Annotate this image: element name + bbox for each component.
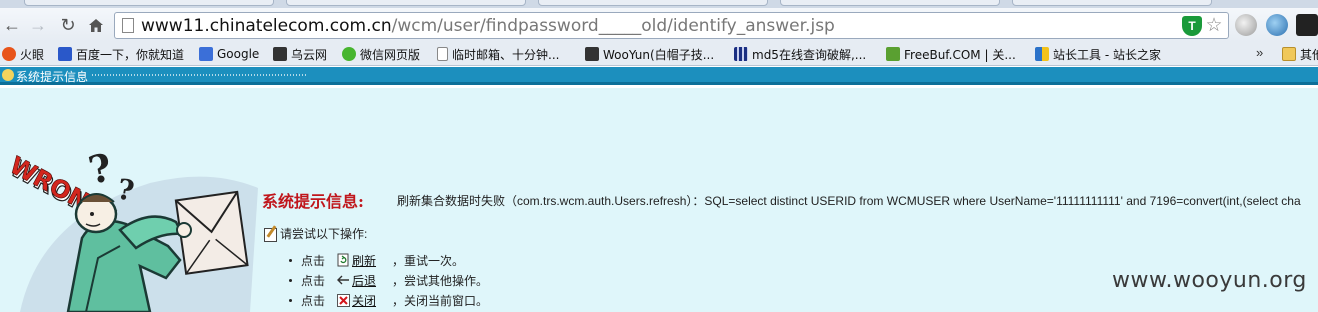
edit-note-icon <box>264 228 277 242</box>
reload-button[interactable]: ↻ <box>56 13 80 37</box>
bookmarks-overflow-button[interactable]: » <box>1256 45 1263 60</box>
bookmark-item[interactable]: 乌云网 <box>273 45 327 63</box>
browser-tab[interactable] <box>538 0 768 6</box>
close-window-icon[interactable] <box>336 293 350 307</box>
bookmark-item[interactable]: md5在线查询破解,... <box>734 45 866 63</box>
error-title: 系统提示信息: <box>262 192 364 211</box>
wooyun-icon <box>273 47 287 61</box>
hint-line: 请尝试以下操作: <box>264 225 367 242</box>
titlebar-text: 系统提示信息 <box>16 70 89 84</box>
info-icon <box>2 69 14 81</box>
back-arrow-icon: ← <box>3 15 21 35</box>
bookmark-item[interactable]: 微信网页版 <box>342 45 420 63</box>
bullet <box>289 298 292 302</box>
browser-tab[interactable] <box>1012 0 1212 6</box>
bookmark-label: md5在线查询破解,... <box>752 47 867 62</box>
bookmark-label: FreeBuf.COM | 关... <box>904 47 1016 62</box>
google-icon <box>199 47 213 61</box>
bullet <box>289 258 292 262</box>
address-url[interactable]: www11.chinatelecom.com.cn/wcm/user/findp… <box>141 16 835 36</box>
forward-arrow-icon: → <box>29 15 47 35</box>
page-icon <box>437 47 448 61</box>
bookmark-label: 乌云网 <box>291 47 328 62</box>
bookmark-star-icon[interactable]: ☆ <box>1204 16 1224 36</box>
browser-tab[interactable] <box>780 0 1000 6</box>
browser-tab[interactable] <box>286 0 526 6</box>
action-prefix: 点击 <box>301 273 326 288</box>
bookmark-folder[interactable]: 其他 <box>1282 45 1318 63</box>
back-link[interactable]: 后退 <box>352 272 376 289</box>
baidu-icon <box>58 47 72 61</box>
huoyan-icon <box>2 47 16 61</box>
globe-icon[interactable] <box>1266 14 1288 36</box>
bookmark-label: WooYun(白帽子技... <box>603 47 715 62</box>
url-path: /wcm/user/findpassword_____old/identify_… <box>391 16 835 36</box>
browser-toolbar: ← → ↻ www11.chinatelecom.com.cn/wcm/user… <box>0 8 1318 42</box>
hint-text: 请尝试以下操作: <box>280 227 368 241</box>
bookmark-item[interactable]: 站长工具 - 站长之家 <box>1035 45 1161 63</box>
security-extension-icon[interactable]: T <box>1182 16 1202 36</box>
bookmark-label: 站长工具 - 站长之家 <box>1053 47 1161 62</box>
bookmark-label: 火眼 <box>20 47 45 62</box>
wooyun-icon <box>585 47 599 61</box>
bookmark-item[interactable]: 百度一下，你就知道 <box>58 45 184 63</box>
browser-tab[interactable] <box>24 0 274 6</box>
action-prefix: 点击 <box>301 253 326 268</box>
back-arrow-icon[interactable] <box>336 273 350 287</box>
error-message: 刷新集合数据时失败（com.trs.wcm.auth.Users.refresh… <box>397 194 1301 208</box>
bullet <box>289 278 292 282</box>
bookmark-item[interactable]: WooYun(白帽子技... <box>585 45 714 63</box>
svg-text:?: ? <box>85 144 116 193</box>
bookmark-item[interactable]: 火眼 <box>2 45 44 63</box>
refresh-link[interactable]: 刷新 <box>352 252 376 269</box>
address-bar[interactable]: www11.chinatelecom.com.cn/wcm/user/findp… <box>114 12 1229 39</box>
action-suffix: ，关闭当前窗口。 <box>392 293 489 308</box>
close-link[interactable]: 关闭 <box>352 292 376 309</box>
refresh-icon[interactable] <box>336 253 350 267</box>
chinaz-icon <box>1035 47 1049 61</box>
bookmark-label: 临时邮箱、十分钟... <box>452 47 560 62</box>
md5-icon <box>734 47 748 61</box>
forward-button[interactable]: → <box>26 13 50 37</box>
watermark: www.wooyun.org <box>1112 268 1307 293</box>
bookmark-label: 百度一下，你就知道 <box>76 47 185 62</box>
action-refresh: 点击 刷新 ，重试一次。 <box>289 252 464 268</box>
action-prefix: 点击 <box>301 293 326 308</box>
action-suffix: ，重试一次。 <box>392 253 465 268</box>
bookmark-item[interactable]: 临时邮箱、十分钟... <box>437 45 559 63</box>
bookmark-item[interactable]: FreeBuf.COM | 关... <box>886 45 1016 63</box>
mask-icon[interactable] <box>1296 14 1318 36</box>
extension-icon[interactable] <box>1235 14 1257 36</box>
url-host: www11.chinatelecom.com.cn <box>141 16 392 36</box>
bookmark-label: 微信网页版 <box>360 47 421 62</box>
bookmark-label: 其他 <box>1300 47 1318 62</box>
action-close: 点击 关闭 ，关闭当前窗口。 <box>289 292 488 308</box>
back-button[interactable]: ← <box>0 13 24 37</box>
page-titlebar: 系统提示信息 <box>0 67 1318 85</box>
freebuf-icon <box>886 47 900 61</box>
home-icon <box>89 18 103 32</box>
bookmark-item[interactable]: Google <box>199 45 259 63</box>
reload-icon: ↻ <box>60 15 76 35</box>
action-back: 点击 后退 ，尝试其他操作。 <box>289 272 488 288</box>
titlebar-dots <box>92 74 307 76</box>
tab-strip <box>0 0 1318 8</box>
wrong-illustration: ? ? WRONG! WRONG! <box>5 144 258 312</box>
folder-icon <box>1282 47 1296 61</box>
page-icon <box>122 18 134 33</box>
bookmarks-bar: 火眼 百度一下，你就知道 Google 乌云网 微信网页版 临时邮箱、十分钟..… <box>0 42 1318 66</box>
wechat-icon <box>342 47 356 61</box>
bookmark-label: Google <box>217 47 260 61</box>
action-suffix: ，尝试其他操作。 <box>392 273 489 288</box>
home-button[interactable] <box>84 13 108 37</box>
